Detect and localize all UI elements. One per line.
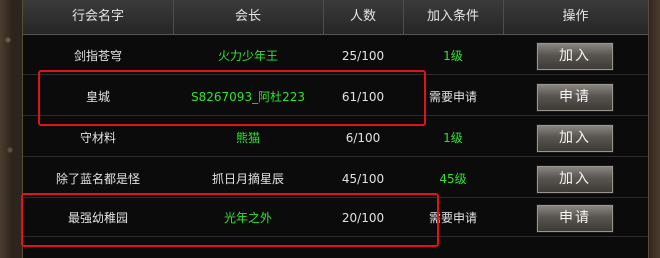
member-count: 45/100 [341,172,385,186]
member-count: 61/100 [341,90,385,104]
member-count: 25/100 [341,49,385,63]
guild-leader: 熊猫 [235,131,260,145]
guild-leader: 火力少年王 [217,49,278,63]
member-count: 6/100 [345,131,381,145]
member-count: 20/100 [341,211,385,225]
join-condition: 1级 [443,131,463,145]
apply-button[interactable]: 申请 [536,204,614,233]
join-button[interactable]: 加入 [536,124,614,153]
header-guild-name: 行会名字 [23,0,174,34]
join-condition: 需要申请 [428,90,477,104]
header-join-condition: 加入条件 [403,0,504,34]
join-condition: 1级 [443,49,463,63]
guild-name: 剑指苍穹 [73,49,122,63]
join-condition: 需要申请 [428,211,477,225]
header-member-count: 人数 [323,0,404,34]
join-condition: 45级 [439,172,467,186]
guild-name: 最强幼稚园 [67,211,128,225]
guild-leader: 光年之外 [223,211,272,225]
guild-name: 皇城 [85,90,110,104]
guild-leader: S8267093_阿杜223 [191,90,305,104]
apply-button[interactable]: 申请 [536,83,614,112]
guild-name: 守材料 [79,131,116,145]
guild-leader: 抓日月摘星辰 [211,172,284,186]
join-button[interactable]: 加入 [536,165,614,194]
table-header: 行会名字 会长 人数 加入条件 操作 [23,0,648,35]
header-leader: 会长 [173,0,324,34]
join-button[interactable]: 加入 [536,42,614,71]
guild-table: 行会名字 会长 人数 加入条件 操作 剑指苍穹 火力少年王 25/100 1级 … [22,0,649,258]
guild-name: 除了蓝名都是怪 [55,172,140,186]
header-action: 操作 [562,9,589,24]
